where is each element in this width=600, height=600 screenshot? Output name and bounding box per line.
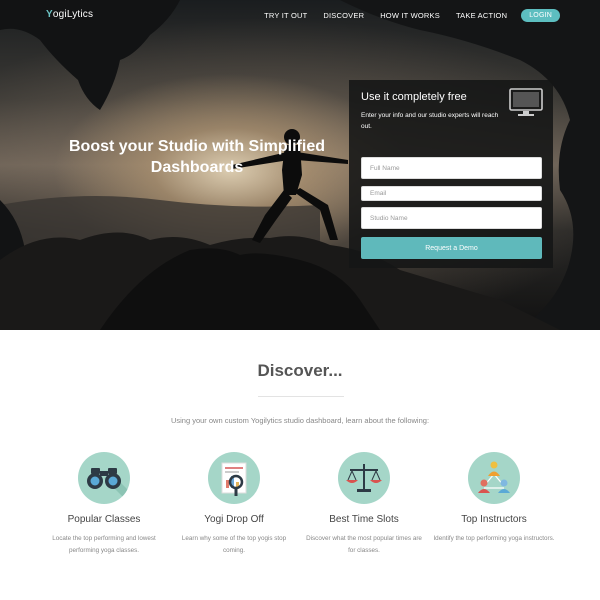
signup-form-panel: Use it completely free Enter your info a… xyxy=(349,80,553,268)
request-demo-button[interactable]: Request a Demo xyxy=(361,237,542,259)
nav-take-action[interactable]: TAKE ACTION xyxy=(456,11,507,20)
studio-name-input[interactable] xyxy=(361,207,542,229)
discover-subtitle: Using your own custom Yogilytics studio … xyxy=(170,416,430,425)
full-name-input[interactable] xyxy=(361,157,542,179)
form-title: Use it completely free xyxy=(361,91,467,103)
hero-title: Boost your Studio with Simplified Dashbo… xyxy=(69,138,325,176)
feature-title: Popular Classes xyxy=(67,514,141,525)
feature-description: Learn why some of the top yogis stop com… xyxy=(181,535,287,554)
feature-top-instructors: Top Instructors Identify the top perform… xyxy=(429,452,559,545)
feature-title: Best Time Slots xyxy=(329,514,399,525)
scale-icon xyxy=(338,452,390,504)
logo-mark: Y xyxy=(46,9,53,20)
logo[interactable]: YogiLytics xyxy=(46,9,93,20)
nav-how-it-works[interactable]: HOW IT WORKS xyxy=(380,11,440,20)
feature-yogi-drop-off: Yogi Drop Off Learn why some of the top … xyxy=(169,452,299,557)
binoculars-icon xyxy=(78,452,130,504)
feature-description: Identify the top performing yoga instruc… xyxy=(433,535,555,542)
hero-section: YogiLytics TRY IT OUT DISCOVER HOW IT WO… xyxy=(0,0,600,330)
form-description: Enter your info and our studio experts w… xyxy=(361,112,499,130)
email-input[interactable] xyxy=(361,186,542,201)
feature-description: Locate the top performing and lowest per… xyxy=(52,535,156,554)
login-button[interactable]: LOGIN xyxy=(521,9,560,22)
discover-divider xyxy=(258,396,344,397)
logo-text: ogiLytics xyxy=(52,9,94,20)
feature-popular-classes: Popular Classes Locate the top performin… xyxy=(39,452,169,557)
nav-try-it-out[interactable]: TRY IT OUT xyxy=(264,11,307,20)
feature-title: Top Instructors xyxy=(461,514,527,525)
main-nav: TRY IT OUT DISCOVER HOW IT WORKS TAKE AC… xyxy=(248,9,560,22)
monitor-icon xyxy=(509,88,543,116)
feature-best-time-slots: Best Time Slots Discover what the most p… xyxy=(299,452,429,557)
nav-discover[interactable]: DISCOVER xyxy=(323,11,364,20)
discover-title: Discover... xyxy=(257,361,343,380)
feature-title: Yogi Drop Off xyxy=(204,514,264,525)
magnifier-chart-icon xyxy=(208,452,260,504)
people-network-icon xyxy=(468,452,520,504)
feature-description: Discover what the most popular times are… xyxy=(306,535,422,554)
